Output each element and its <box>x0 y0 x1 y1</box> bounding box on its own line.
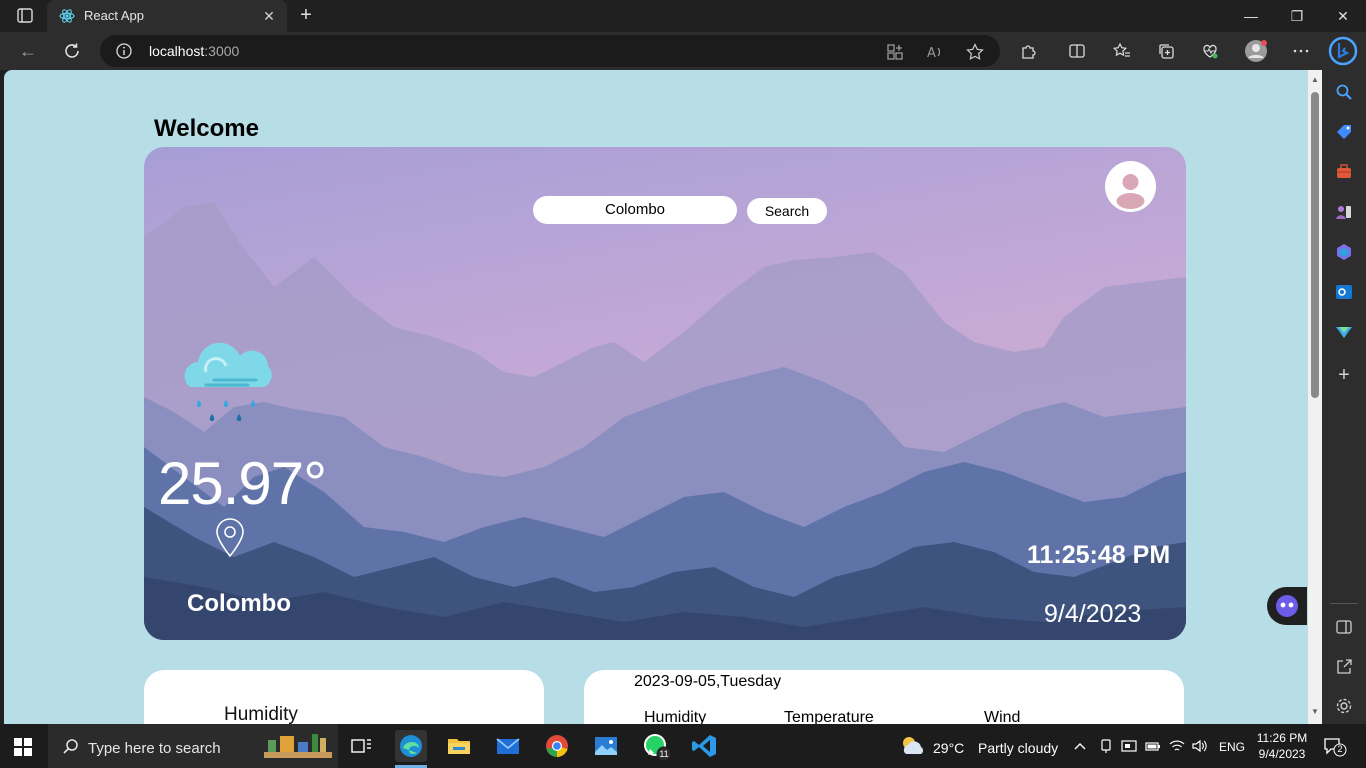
humidity-card: Humidity <box>144 670 544 724</box>
new-tab-icon[interactable]: + <box>294 4 318 28</box>
scroll-up-icon[interactable]: ▲ <box>1311 76 1319 84</box>
current-time: 11:25:48 PM <box>1027 541 1171 569</box>
app-available-icon[interactable] <box>886 43 904 61</box>
usb-device-icon[interactable] <box>1098 738 1114 754</box>
react-icon <box>59 8 75 24</box>
address-bar[interactable]: localhost:3000 A <box>100 35 1000 67</box>
favorites-icon[interactable] <box>1112 42 1131 60</box>
site-info-icon[interactable] <box>116 43 132 59</box>
floating-assistant-button[interactable] <box>1267 587 1307 625</box>
forecast-temperature-header: Temperature <box>784 709 874 724</box>
language-indicator[interactable]: ENG <box>1219 740 1245 754</box>
shopping-tag-icon[interactable] <box>1335 123 1353 141</box>
weather-description[interactable]: Partly cloudy <box>978 740 1058 756</box>
forecast-wind-header: Wind <box>984 709 1021 724</box>
rain-cloud-icon <box>176 332 282 432</box>
windows-start-icon[interactable] <box>14 738 32 756</box>
forecast-date: 2023-09-05,Tuesday <box>634 673 782 690</box>
weather-hero-card: Colombo Search 25.97° Colombo 11:25:48 P… <box>144 147 1186 640</box>
restore-icon[interactable]: ❐ <box>1274 0 1320 32</box>
browser-tab[interactable]: React App ✕ <box>47 0 287 32</box>
search-icon <box>62 738 80 756</box>
close-window-icon[interactable]: ✕ <box>1320 0 1366 32</box>
page-scrollbar[interactable]: ▲ ▼ <box>1308 70 1322 724</box>
close-tab-icon[interactable]: ✕ <box>259 6 279 26</box>
outlook-icon[interactable] <box>1335 283 1353 301</box>
microsoft-365-icon[interactable] <box>1335 243 1353 261</box>
temperature-value: 25.97° <box>158 450 327 517</box>
scroll-down-icon[interactable]: ▼ <box>1311 708 1319 716</box>
favorite-star-icon[interactable] <box>966 43 984 61</box>
wifi-icon[interactable] <box>1169 738 1185 754</box>
city-search-input[interactable]: Colombo <box>533 196 737 224</box>
bing-copilot-icon[interactable] <box>1326 36 1360 66</box>
partly-cloudy-icon <box>898 734 926 758</box>
notification-count: 2 <box>1337 744 1343 754</box>
forecast-card: 2023-09-05,Tuesday Humidity Temperature … <box>584 670 1184 724</box>
more-options-icon[interactable] <box>1292 42 1310 60</box>
edge-sidebar: + <box>1322 70 1366 724</box>
vscode-icon[interactable] <box>689 730 721 762</box>
whatsapp-badge: 11 <box>659 749 669 759</box>
collections-icon[interactable] <box>1157 42 1175 60</box>
windows-taskbar: Type here to search 11 29°C Partly cloud… <box>0 724 1366 768</box>
show-hidden-icons-icon[interactable] <box>1072 738 1088 754</box>
search-highlight-icon <box>262 732 334 762</box>
user-avatar-icon[interactable] <box>1105 161 1156 212</box>
battery-icon[interactable] <box>1145 738 1161 754</box>
url-text: localhost:3000 <box>149 43 239 59</box>
tools-briefcase-icon[interactable] <box>1335 163 1353 181</box>
scroll-thumb[interactable] <box>1311 92 1319 398</box>
svg-text:A: A <box>927 46 936 61</box>
notifications-icon[interactable]: 2 <box>1322 736 1348 758</box>
chrome-icon[interactable] <box>541 730 573 762</box>
notification-center-icon[interactable] <box>1121 738 1137 754</box>
clock-time: 11:26 PM <box>1256 731 1308 745</box>
welcome-heading: Welcome <box>154 115 259 142</box>
current-date: 9/4/2023 <box>1044 600 1142 628</box>
browser-essentials-icon[interactable] <box>1201 42 1219 60</box>
forecast-humidity-header: Humidity <box>644 709 707 724</box>
humidity-label: Humidity <box>224 704 298 724</box>
add-sidebar-app-icon[interactable]: + <box>1335 365 1353 385</box>
read-aloud-icon[interactable]: A <box>926 43 944 61</box>
split-screen-icon[interactable] <box>1068 42 1086 60</box>
url-host: localhost <box>149 43 205 59</box>
weather-temperature[interactable]: 29°C <box>933 740 964 756</box>
search-icon[interactable] <box>1335 83 1353 101</box>
games-icon[interactable] <box>1335 203 1353 221</box>
extensions-icon[interactable] <box>1020 42 1038 60</box>
taskbar-clock[interactable]: 11:26 PM 9/4/2023 <box>1250 730 1314 762</box>
city-name: Colombo <box>187 590 291 617</box>
tab-title: React App <box>84 8 144 23</box>
browser-tab-bar: React App ✕ + — ❐ ✕ <box>0 0 1366 32</box>
refresh-icon[interactable] <box>58 37 86 65</box>
url-port: :3000 <box>204 43 240 59</box>
task-view-icon[interactable] <box>345 730 377 762</box>
back-icon[interactable]: ← <box>14 37 42 65</box>
address-toolbar: ← localhost:3000 A <box>0 32 1366 70</box>
volume-icon[interactable] <box>1191 738 1207 754</box>
search-button[interactable]: Search <box>747 198 827 224</box>
sidebar-divider <box>1330 603 1358 604</box>
photos-icon[interactable] <box>590 730 622 762</box>
open-external-icon[interactable] <box>1335 658 1353 676</box>
minimize-icon[interactable]: — <box>1228 0 1274 32</box>
taskbar-search-box[interactable]: Type here to search <box>48 724 338 768</box>
drop-send-icon[interactable] <box>1335 323 1353 341</box>
location-pin-icon <box>214 518 246 558</box>
settings-gear-icon[interactable] <box>1335 697 1353 715</box>
hide-sidebar-icon[interactable] <box>1335 618 1353 636</box>
page-viewport: Welcome Colombo Search 25.97° Colombo 11… <box>4 70 1308 724</box>
tab-actions-icon[interactable] <box>8 4 40 28</box>
profile-avatar-icon[interactable] <box>1244 39 1268 63</box>
mail-icon[interactable] <box>492 730 524 762</box>
file-explorer-icon[interactable] <box>443 730 475 762</box>
clock-date: 9/4/2023 <box>1258 747 1306 761</box>
taskbar-search-placeholder: Type here to search <box>88 740 221 757</box>
whatsapp-icon[interactable]: 11 <box>639 730 672 762</box>
edge-taskbar-icon[interactable] <box>395 730 427 762</box>
